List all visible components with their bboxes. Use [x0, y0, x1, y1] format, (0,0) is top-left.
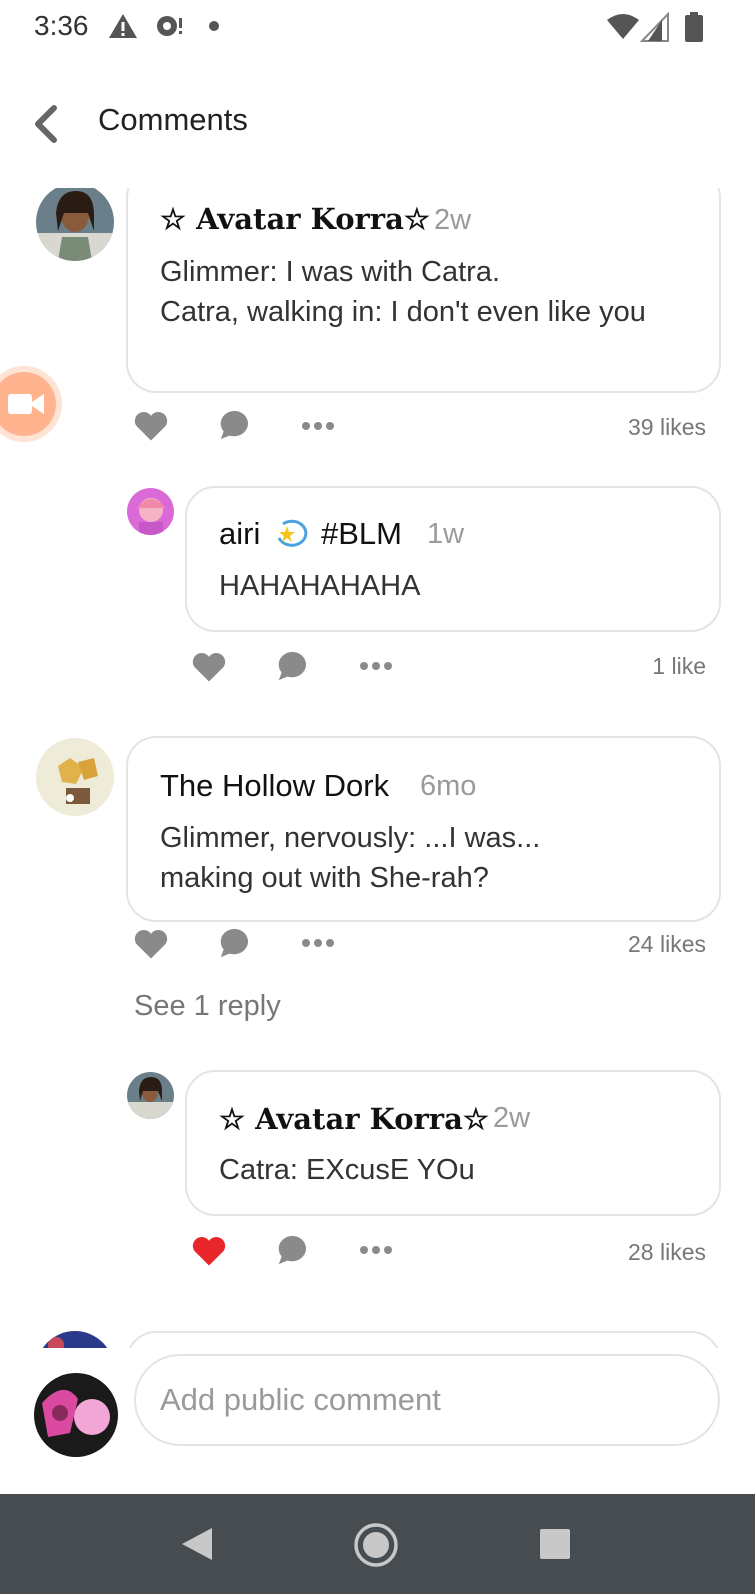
comment-text: Glimmer: I was with Catra. Catra, walkin…	[160, 256, 646, 328]
user-avatar-image	[127, 1072, 174, 1119]
nav-back-icon[interactable]	[180, 1526, 214, 1562]
nav-home-icon[interactable]	[353, 1522, 399, 1568]
comment-input-container[interactable]	[134, 1354, 720, 1446]
status-time: 3:36	[34, 10, 89, 41]
system-navigation-bar	[0, 1494, 755, 1594]
avatar[interactable]	[36, 1331, 114, 1348]
comment-text: Catra: EXcusE YOu	[219, 1154, 475, 1186]
more-options-icon[interactable]	[300, 420, 336, 432]
comment-author[interactable]: The Hollow Dork	[160, 768, 389, 804]
user-avatar-image	[127, 488, 174, 535]
comment-bubble[interactable]: ☆ Avatar Korra☆ 2w Catra: EXcusE YOu	[185, 1070, 721, 1216]
comment-bubble[interactable]	[126, 1331, 721, 1348]
reply-bubble-icon[interactable]	[276, 649, 310, 683]
reply-bubble-icon[interactable]	[218, 926, 252, 960]
user-avatar-image	[36, 738, 114, 816]
more-options-icon[interactable]	[300, 937, 336, 949]
avatar[interactable]	[127, 1072, 174, 1119]
add-comment-input[interactable]	[158, 1374, 682, 1426]
like-count[interactable]: 39 likes	[560, 414, 706, 441]
user-avatar-image	[34, 1373, 118, 1457]
comment-text: Glimmer, nervously: ...I was... making o…	[160, 822, 541, 894]
comment-time: 2w	[493, 1102, 531, 1134]
back-arrow-icon[interactable]	[30, 104, 64, 144]
user-avatar-image	[36, 1331, 114, 1348]
more-options-icon[interactable]	[358, 1244, 394, 1256]
signal-icon	[640, 12, 669, 42]
comment-list[interactable]: ☆ Avatar Korra☆ 2w Glimmer: I was with C…	[0, 188, 755, 1348]
like-count[interactable]: 24 likes	[560, 931, 706, 958]
reply-bubble-icon[interactable]	[276, 1233, 310, 1267]
comment-bubble[interactable]: airi #BLM 1w HAHAHAHAHA	[185, 486, 721, 632]
comment-author[interactable]: ☆ Avatar Korra☆	[160, 202, 430, 236]
avatar[interactable]	[36, 738, 114, 816]
like-count[interactable]: 1 like	[560, 653, 706, 680]
comment-time: 1w	[427, 518, 465, 550]
comment-text: HAHAHAHAHA	[219, 570, 421, 602]
like-heart-icon[interactable]	[133, 410, 169, 442]
avatar[interactable]	[127, 488, 174, 535]
comment-time: 2w	[434, 204, 472, 236]
comment-composer	[0, 1348, 755, 1470]
sync-alert-icon	[157, 16, 182, 36]
comment-bubble[interactable]: ☆ Avatar Korra☆ 2w Glimmer: I was with C…	[126, 188, 721, 393]
comment-badge[interactable]: #BLM	[321, 516, 402, 552]
video-camera-icon	[8, 394, 44, 414]
comment-time: 6mo	[420, 770, 477, 802]
reply-bubble-icon[interactable]	[218, 408, 252, 442]
battery-icon	[685, 12, 703, 42]
notification-dot-icon	[209, 21, 219, 31]
nav-recents-icon[interactable]	[539, 1528, 571, 1560]
like-heart-icon[interactable]	[133, 928, 169, 960]
see-replies-link[interactable]: See 1 reply	[134, 990, 281, 1023]
like-count[interactable]: 28 likes	[560, 1239, 706, 1266]
dizzy-emoji-icon	[277, 519, 308, 547]
current-user-avatar[interactable]	[34, 1373, 118, 1457]
top-app-bar: Comments	[0, 86, 755, 158]
page-title: Comments	[98, 102, 248, 137]
status-bar: 3:36	[0, 0, 755, 56]
like-heart-icon[interactable]	[191, 651, 227, 683]
avatar[interactable]	[36, 188, 114, 261]
comment-author[interactable]: ☆ Avatar Korra☆	[219, 1102, 489, 1136]
comment-bubble[interactable]: The Hollow Dork 6mo Glimmer, nervously: …	[126, 736, 721, 922]
user-avatar-image	[36, 188, 114, 261]
liked-heart-icon[interactable]	[191, 1235, 227, 1267]
warning-icon	[109, 14, 137, 38]
comment-author[interactable]: airi	[219, 516, 260, 552]
wifi-icon	[607, 14, 639, 39]
more-options-icon[interactable]	[358, 660, 394, 672]
